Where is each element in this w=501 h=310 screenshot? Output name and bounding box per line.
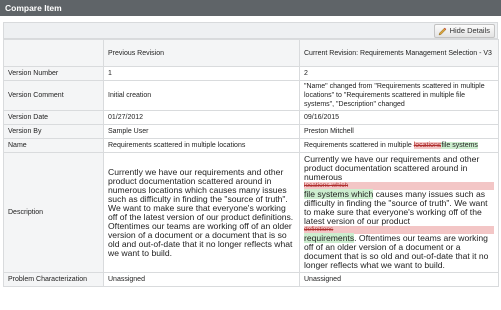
row-label: Version Date bbox=[3, 110, 104, 125]
previous-value: Currently we have our requirements and o… bbox=[103, 152, 300, 273]
current-value: Currently we have our requirements and o… bbox=[299, 152, 499, 273]
header-previous: Previous Revision bbox=[103, 39, 300, 67]
row-label: Version Number bbox=[3, 66, 104, 81]
comparison-table: Previous Revision Current Revision: Requ… bbox=[3, 39, 499, 287]
header-current: Current Revision: Requirements Managemen… bbox=[299, 39, 499, 67]
row-label: Name bbox=[3, 138, 104, 153]
previous-value: Unassigned bbox=[103, 272, 300, 287]
current-value: "Name" changed from "Requirements scatte… bbox=[299, 80, 499, 111]
table-row: Version Number 1 2 bbox=[3, 66, 499, 81]
row-label: Problem Characterization bbox=[3, 272, 104, 287]
previous-value: 01/27/2012 bbox=[103, 110, 300, 125]
row-label: Version Comment bbox=[3, 80, 104, 111]
previous-value: Initial creation bbox=[103, 80, 300, 111]
table-header-row: Previous Revision Current Revision: Requ… bbox=[3, 39, 499, 67]
table-row: Problem Characterization Unassigned Unas… bbox=[3, 272, 499, 287]
current-value: 09/16/2015 bbox=[299, 110, 499, 125]
row-label: Version By bbox=[3, 124, 104, 139]
current-value: Unassigned bbox=[299, 272, 499, 287]
unchanged-text: Requirements scattered in multiple bbox=[304, 142, 414, 149]
current-value: Requirements scattered in multiple locat… bbox=[299, 138, 499, 153]
toolbar: Hide Details bbox=[3, 22, 498, 39]
window-title: Compare Item bbox=[0, 0, 501, 16]
hide-details-label: Hide Details bbox=[449, 26, 490, 35]
table-row: Description Currently we have our requir… bbox=[3, 152, 499, 273]
header-empty-cell bbox=[3, 39, 104, 67]
row-label: Description bbox=[3, 152, 104, 273]
inserted-text: file systems bbox=[441, 142, 478, 149]
table-row: Version Date 01/27/2012 09/16/2015 bbox=[3, 110, 499, 125]
table-row: Version Comment Initial creation "Name" … bbox=[3, 80, 499, 111]
table-row: Name Requirements scattered in multiple … bbox=[3, 138, 499, 153]
pencil-icon bbox=[438, 27, 447, 36]
hide-details-button[interactable]: Hide Details bbox=[433, 24, 495, 38]
current-value: 2 bbox=[299, 66, 499, 81]
previous-value: Sample User bbox=[103, 124, 300, 139]
table-row: Version By Sample User Preston Mitchell bbox=[3, 124, 499, 139]
deleted-text: locations bbox=[413, 142, 442, 149]
previous-value: 1 bbox=[103, 66, 300, 81]
unchanged-text: Currently we have our requirements and o… bbox=[304, 154, 480, 182]
previous-value: Requirements scattered in multiple locat… bbox=[103, 138, 300, 153]
current-value: Preston Mitchell bbox=[299, 124, 499, 139]
